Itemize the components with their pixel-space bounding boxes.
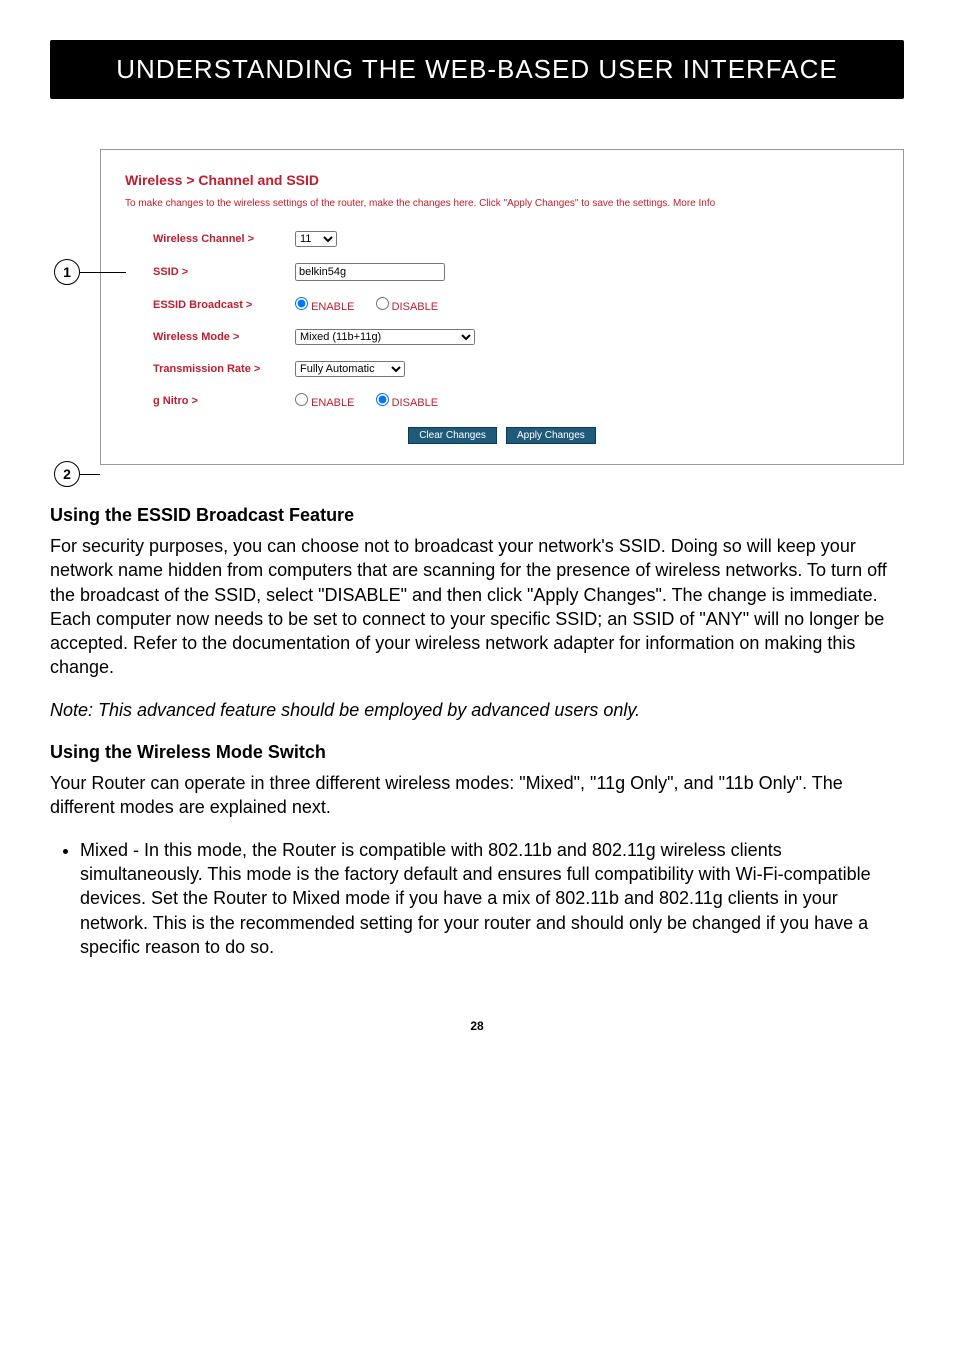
label-gnitro: g Nitro > bbox=[125, 395, 295, 407]
gnitro-disable-option[interactable]: DISABLE bbox=[376, 397, 439, 409]
panel-intro: To make changes to the wireless settings… bbox=[125, 198, 879, 209]
essid-enable-radio[interactable] bbox=[295, 297, 308, 310]
more-info-link[interactable]: More Info bbox=[673, 198, 715, 209]
label-channel: Wireless Channel > bbox=[125, 233, 295, 245]
disable-text: DISABLE bbox=[392, 301, 438, 313]
ssid-input[interactable] bbox=[295, 263, 445, 281]
label-mode: Wireless Mode > bbox=[125, 331, 295, 343]
page-header: UNDERSTANDING THE WEB-BASED USER INTERFA… bbox=[50, 40, 904, 99]
row-ssid: SSID > bbox=[125, 255, 879, 289]
note-text: Note: This advanced feature should be em… bbox=[50, 698, 904, 722]
row-gnitro: g Nitro > ENABLE DISABLE bbox=[125, 385, 879, 417]
essid-paragraph: For security purposes, you can choose no… bbox=[50, 534, 904, 680]
mode-list: Mixed - In this mode, the Router is comp… bbox=[50, 838, 904, 959]
enable-text-2: ENABLE bbox=[311, 397, 354, 409]
callout-2-line bbox=[80, 474, 100, 475]
disable-text-2: DISABLE bbox=[392, 397, 438, 409]
mode-paragraph: Your Router can operate in three differe… bbox=[50, 771, 904, 820]
gnitro-enable-radio[interactable] bbox=[295, 393, 308, 406]
panel-title: Wireless > Channel and SSID bbox=[125, 172, 879, 188]
settings-panel-wrap: 1 2 Wireless > Channel and SSID To make … bbox=[100, 149, 904, 465]
panel-intro-text: To make changes to the wireless settings… bbox=[125, 198, 673, 209]
label-rate: Transmission Rate > bbox=[125, 363, 295, 375]
callout-2: 2 bbox=[54, 461, 80, 487]
list-item: Mixed - In this mode, the Router is comp… bbox=[80, 838, 904, 959]
callout-1-line bbox=[80, 272, 126, 273]
button-row: Clear Changes Apply Changes bbox=[125, 427, 879, 444]
wireless-channel-select[interactable]: 11 bbox=[295, 231, 337, 247]
gnitro-disable-radio[interactable] bbox=[376, 393, 389, 406]
row-channel: Wireless Channel > 11 bbox=[125, 223, 879, 255]
page-number: 28 bbox=[50, 1019, 904, 1033]
row-essid: ESSID Broadcast > ENABLE DISABLE bbox=[125, 289, 879, 321]
wireless-mode-select[interactable]: Mixed (11b+11g) bbox=[295, 329, 475, 345]
transmission-rate-select[interactable]: Fully Automatic bbox=[295, 361, 405, 377]
callout-1: 1 bbox=[54, 259, 80, 285]
essid-enable-option[interactable]: ENABLE bbox=[295, 301, 354, 313]
clear-changes-button[interactable]: Clear Changes bbox=[408, 427, 497, 444]
apply-changes-button[interactable]: Apply Changes bbox=[506, 427, 596, 444]
gnitro-enable-option[interactable]: ENABLE bbox=[295, 397, 354, 409]
row-rate: Transmission Rate > Fully Automatic bbox=[125, 353, 879, 385]
essid-disable-radio[interactable] bbox=[376, 297, 389, 310]
essid-heading: Using the ESSID Broadcast Feature bbox=[50, 505, 904, 526]
mode-heading: Using the Wireless Mode Switch bbox=[50, 742, 904, 763]
row-mode: Wireless Mode > Mixed (11b+11g) bbox=[125, 321, 879, 353]
enable-text: ENABLE bbox=[311, 301, 354, 313]
label-ssid: SSID > bbox=[125, 266, 295, 278]
essid-disable-option[interactable]: DISABLE bbox=[376, 301, 439, 313]
settings-panel: Wireless > Channel and SSID To make chan… bbox=[100, 149, 904, 465]
label-essid: ESSID Broadcast > bbox=[125, 299, 295, 311]
